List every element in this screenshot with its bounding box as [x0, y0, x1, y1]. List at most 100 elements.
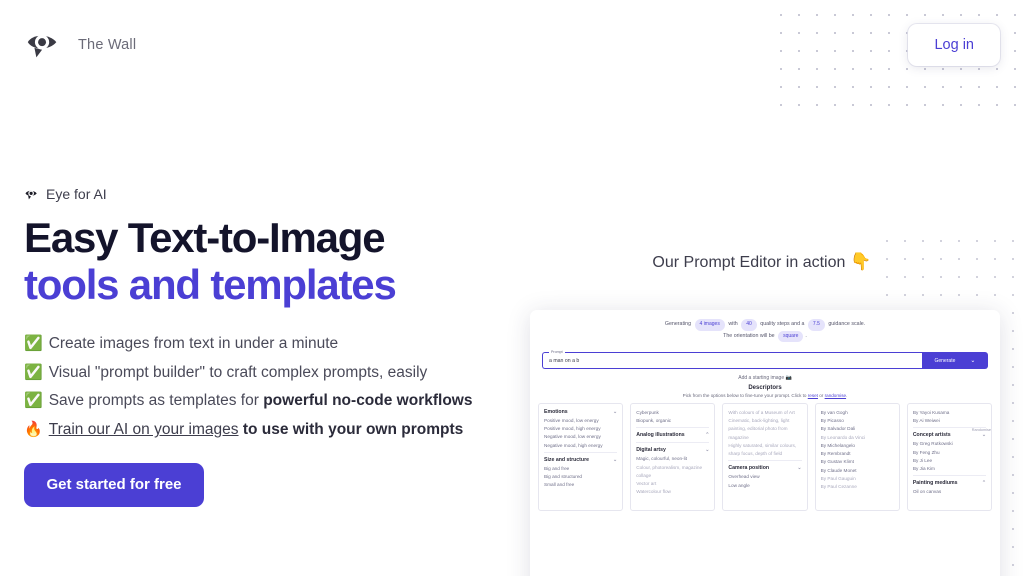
group-title: Emotions	[544, 409, 568, 415]
descriptor-option[interactable]: By Ji Lee	[913, 457, 986, 465]
group-title: Painting mediums	[912, 480, 958, 487]
descriptor-option[interactable]: Oil on canvas	[913, 488, 986, 496]
point-down-icon: 👇	[850, 252, 872, 271]
eye-speech-bubble-logo-icon	[24, 26, 62, 64]
prompt-editor-screenshot[interactable]: Generating 4 images with 40 quality step…	[530, 310, 1000, 576]
list-item: 🔥 Train our AI on your images to use with…	[24, 416, 484, 445]
feature-text-bold: powerful no-code workflows	[263, 392, 473, 410]
descriptor-option[interactable]: Overhead view	[728, 473, 801, 481]
descriptor-option[interactable]: By Greg Rutkowski	[913, 440, 986, 448]
descriptor-option[interactable]: By Michelangelo	[821, 442, 894, 450]
descriptor-group-header[interactable]: Emotions ⌄	[544, 409, 617, 417]
descriptor-column: By Yayoi Kusama By Ai Weiwei Concept art…	[906, 403, 993, 511]
descriptor-option[interactable]: By Paul Gauguin	[821, 475, 894, 483]
descriptor-option[interactable]: By Feng Zhu	[913, 449, 986, 457]
group-title: Concept artists	[912, 432, 951, 439]
descriptor-option[interactable]: Negative mood, high energy	[544, 442, 617, 450]
chevron-down-icon[interactable]: ⌄	[982, 432, 986, 438]
list-item: ✅ Create images from text in under a minu…	[24, 330, 484, 359]
group-title: Camera position	[728, 465, 770, 472]
login-button[interactable]: Log in	[908, 24, 1000, 66]
descriptor-option[interactable]: Small and free	[544, 481, 617, 489]
descriptor-option[interactable]: With colours of a Museum of Art	[728, 409, 801, 417]
descriptor-option[interactable]: Vector art	[636, 480, 709, 488]
group-title: Size and structure	[544, 456, 589, 463]
prompt-input-value: a man on a b	[549, 357, 580, 364]
descriptor-option[interactable]: Negative mood, low energy	[544, 433, 617, 441]
descriptor-group-header[interactable]: Digital artsy ⌄	[636, 442, 710, 455]
chevron-down-icon[interactable]: ⌄	[970, 358, 975, 364]
get-started-button[interactable]: Get started for free	[24, 462, 204, 507]
images-count-chip[interactable]: 4 images	[694, 319, 725, 331]
guidance-scale-label: guidance scale.	[828, 321, 866, 327]
descriptor-option[interactable]: By Claude Monet	[821, 467, 894, 475]
add-starting-image-button[interactable]: Add a starting image 📷	[530, 369, 1000, 385]
descriptor-option[interactable]: Big and structured	[544, 473, 617, 481]
descriptors-subtitle: Pick from the options below to fine-tune…	[530, 391, 1000, 403]
descriptor-option[interactable]: Positive mood, low energy	[544, 417, 617, 425]
generating-line: Generating 4 images with 40 quality step…	[530, 319, 1000, 331]
headline-line-1: Easy Text-to-Image	[24, 214, 386, 261]
chevron-up-icon[interactable]: ⌃	[705, 432, 709, 438]
descriptor-option[interactable]: By van Gogh	[821, 409, 894, 417]
brand-name: The Wall	[78, 37, 137, 53]
descriptor-column: By van Gogh By Picasso By Salvador Dali …	[814, 403, 900, 511]
descriptor-option[interactable]: By Yayoi Kusama	[913, 409, 986, 417]
descriptor-option[interactable]: Biopunk, organic	[636, 417, 709, 425]
randomise-link[interactable]: randomise	[825, 393, 846, 398]
train-ai-link[interactable]: Train our AI on your images	[49, 421, 239, 438]
descriptor-option[interactable]: Magic, colourful, neon-lit	[636, 455, 709, 463]
prompt-input-label: Prompt	[549, 349, 565, 354]
headline-line-2: tools and templates	[24, 261, 397, 309]
orientation-chip[interactable]: square	[778, 330, 804, 342]
descriptor-option[interactable]: Colour, photorealism, magazine collage	[636, 464, 709, 480]
descriptor-option[interactable]: Watercolour flow	[636, 488, 709, 496]
chevron-down-icon[interactable]: ⌄	[613, 409, 617, 415]
chevron-down-icon[interactable]: ⌄	[705, 447, 709, 453]
hero-eyebrow: Eye for AI	[24, 186, 484, 202]
descriptor-option[interactable]: By Leonardo da Vinci	[821, 434, 894, 442]
chevron-down-icon[interactable]: ⌄	[797, 465, 801, 471]
white-check-mark-icon: ✅	[24, 392, 43, 410]
quality-steps-chip[interactable]: 40	[741, 319, 757, 331]
randomise-tag[interactable]: Randomise	[972, 428, 991, 432]
hero-eyebrow-label: Eye for AI	[46, 186, 107, 202]
descriptor-group-header[interactable]: Camera position ⌄	[728, 460, 802, 473]
descriptor-option[interactable]: By Gustav Klimt	[821, 458, 894, 466]
reset-link[interactable]: reset	[808, 393, 818, 398]
descriptor-option[interactable]: Highly saturated, similar colours, sharp…	[728, 442, 801, 458]
descriptor-group-header[interactable]: Analog illustrations ⌃	[636, 427, 710, 440]
camera-icon: 📷	[785, 375, 792, 381]
list-item: ✅ Visual "prompt builder" to craft comple…	[24, 359, 484, 388]
feature-text: Visual "prompt builder" to craft complex…	[48, 363, 428, 381]
orientation-prefix: The orientation will be	[723, 332, 775, 339]
descriptor-column: Cyberpunk Biopunk, organic Analog illust…	[630, 403, 716, 511]
preview-section: Our Prompt Editor in action 👇 Generating …	[512, 252, 1024, 576]
chevron-down-icon[interactable]: ⌄	[613, 457, 617, 463]
generate-button-label: Generate	[934, 357, 956, 364]
descriptor-option[interactable]: Positive mood, high energy	[544, 425, 617, 433]
descriptor-option[interactable]: Cinematic, back-lighting, light painting…	[728, 417, 801, 442]
prompt-row: Prompt a man on a b Generate ⌄	[542, 349, 988, 369]
descriptor-option[interactable]: Big and free	[544, 465, 617, 473]
descriptor-option[interactable]: By Rembrandt	[821, 450, 894, 458]
descriptor-option[interactable]: Low angle	[728, 482, 801, 490]
descriptor-option[interactable]: By Jia Kim	[913, 465, 986, 473]
descriptor-option[interactable]: Cyberpunk	[636, 409, 709, 417]
generating-prefix: Generating	[664, 321, 692, 327]
descriptor-option[interactable]: By Picasso	[821, 417, 894, 425]
add-starting-image-label: Add a starting image	[738, 375, 785, 381]
brand[interactable]: The Wall	[24, 26, 136, 64]
descriptor-option[interactable]: By Paul Cezanne	[821, 483, 894, 491]
generate-button[interactable]: Generate ⌄	[922, 352, 988, 369]
chevron-up-icon[interactable]: ⌃	[982, 480, 986, 486]
prompt-input[interactable]: Prompt a man on a b	[542, 349, 922, 369]
guidance-scale-chip[interactable]: 7.5	[807, 319, 825, 331]
quality-steps-label: quality steps and a	[760, 321, 805, 327]
descriptor-option[interactable]: By Ai Weiwei	[913, 417, 986, 425]
white-check-mark-icon: ✅	[24, 335, 43, 353]
descriptor-option[interactable]: By Salvador Dali	[821, 425, 894, 433]
descriptor-group-header[interactable]: Size and structure ⌄	[544, 451, 618, 465]
descriptor-group-header[interactable]: Painting mediums ⌃	[912, 475, 987, 488]
descriptors-sub-after: .	[846, 393, 848, 398]
